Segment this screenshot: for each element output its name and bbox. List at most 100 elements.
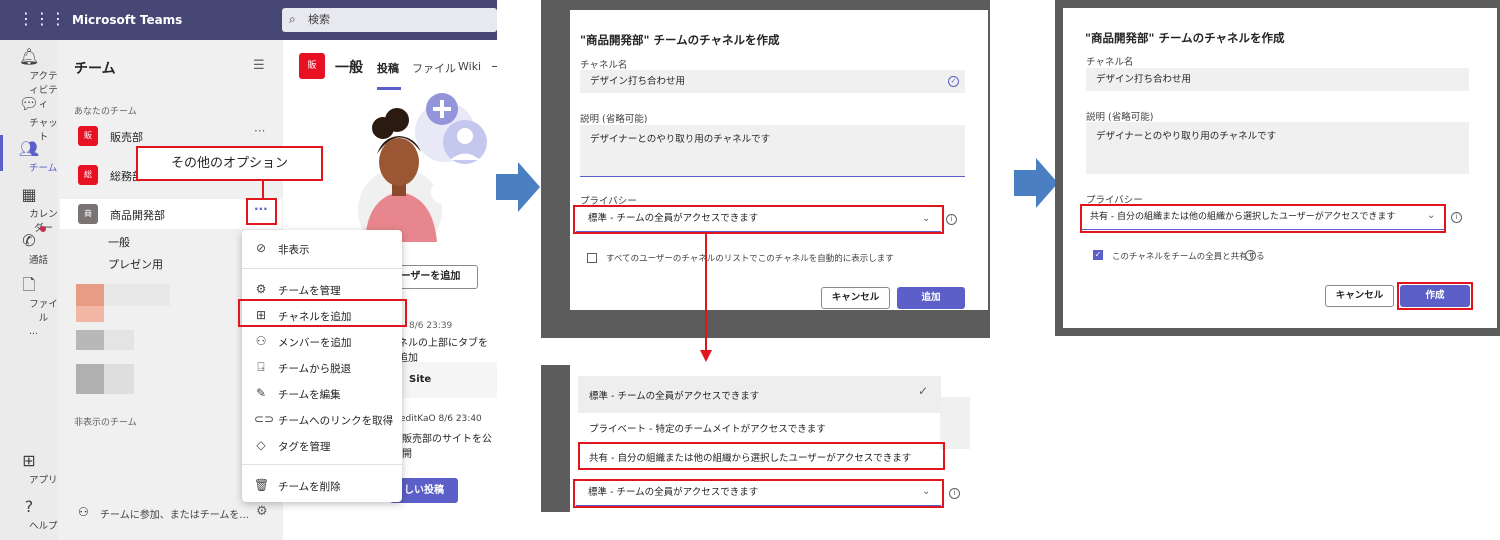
join-team-icon[interactable]: ⚇ [78,505,89,519]
notification-dot [40,226,46,232]
highlight-privacy [573,479,944,508]
connector-line [705,234,707,350]
team-context-menu: ⊘ 非表示 ⚙ チームを管理 ⊞ チャネルを追加 ⚇ メンバーを追加 ⍈ チームから脱退 … [242,230,402,502]
help-icon: ? [24,497,34,516]
filter-icon[interactable]: ☰ [253,58,265,73]
callout-box: その他のオプション [136,146,323,181]
menu-item-manage-team[interactable]: ⚙ チームを管理 [242,277,402,301]
rail-apps[interactable]: ⊞ アプリ [0,451,58,487]
menu-item-get-link[interactable]: ⊂⊃ チームへのリンクを取得 [242,407,402,431]
blurred-team [76,364,104,394]
add-member-icon: ⚇ [255,334,267,348]
rail-help[interactable]: ? ヘルプ [0,497,58,533]
chat-icon: 💬︎ [18,94,40,113]
option-standard: 標準 - チームの全員がアクセスできます [589,391,760,402]
dialog-title: "商品開発部" チームのチャネルを作成 [1085,31,1285,45]
channel-team-avatar: 販 [299,53,325,79]
highlight-create [1397,282,1473,310]
rail-chat[interactable]: 💬︎ チャット [0,94,58,144]
rail-calendar[interactable]: ▦ カレンダー [0,185,58,235]
description-input[interactable]: デザイナーとのやり取り用のチャネルです [580,125,965,177]
search-icon: ⌕ [289,12,296,26]
team-avatar: 商 [78,204,98,224]
cancel-button[interactable]: キャンセル [821,287,890,309]
share-checkbox-label: このチャネルをチームの全員と共有する [1112,252,1265,262]
join-team-link[interactable]: チームに参加、またはチームを... [100,506,249,521]
team-avatar: 販 [78,126,98,146]
apps-icon: ⊞ [22,451,36,470]
bell-icon: 🔔︎ [18,47,40,66]
menu-item-add-member[interactable]: ⚇ メンバーを追加 [242,329,402,353]
info-icon[interactable]: i [1245,250,1256,261]
description-input[interactable]: デザイナーとのやり取り用のチャネルです [1086,122,1469,174]
info-icon[interactable]: i [1451,212,1462,223]
callout-connector [262,181,264,199]
blurred-team [104,364,134,394]
active-tab-indicator [377,87,401,90]
dialog-title: "商品開発部" チームのチャネルを作成 [580,33,780,47]
message-text: ネルの上部にタブを追加 [398,338,488,364]
tag-icon: ◇ [256,438,266,452]
edit-icon: ✎ [255,386,267,400]
tab-files[interactable]: ファイル [412,60,456,76]
rail-calls[interactable]: ✆ 通話 [0,231,58,267]
rail-files[interactable]: 🗋 ファイル [0,275,58,325]
blurred-team [76,284,104,306]
message-text: 販売部のサイトを公開 [402,434,492,460]
menu-item-manage-tags[interactable]: ◇ タグを管理 [242,433,402,457]
message-timestamp: 8/6 23:39 [409,321,453,331]
teams-header: チーム [74,61,116,77]
menu-divider [242,464,402,465]
team-avatar: 総 [78,165,98,185]
more-options-icon[interactable]: ··· [254,124,265,138]
search-input[interactable]: 検索 [282,8,497,32]
team-name: 販売部 [110,131,143,144]
flow-arrow-icon [496,162,540,212]
checkmark-icon: ✓ [918,384,929,398]
blurred-team [76,330,104,350]
teams-icon: 👥︎ [18,139,40,158]
file-icon: 🗋 [22,275,36,294]
blurred-team [76,306,104,322]
menu-item-delete-team[interactable]: 🗑︎ チームを削除 [242,473,402,497]
menu-item-hide[interactable]: ⊘ 非表示 [242,236,402,260]
channel-name-input[interactable]: デザイン打ち合わせ用 [1086,68,1469,91]
share-checkbox[interactable]: ✓ [1093,250,1103,260]
description-label: 説明 (省略可能) [580,114,648,125]
settings-icon: ⚙ [255,282,267,296]
tab-wiki[interactable]: Wiki [458,60,481,73]
teams-window: ⋮⋮⋮ Microsoft Teams 検索 ⌕ 🔔︎アクティビティ 💬︎チャッ… [0,0,497,540]
rail-activity[interactable]: 🔔︎ アクティビティ [0,47,58,111]
add-button[interactable]: 追加 [897,287,965,309]
menu-item-leave-team[interactable]: ⍈ チームから脱退 [242,355,402,379]
blurred-team [104,284,170,306]
option-private: プライベート - 特定のチームメイトがアクセスできます [589,424,826,435]
blurred-team [104,330,134,350]
message-header: editKaO 8/6 23:40 [400,414,482,424]
auto-show-checkbox[interactable] [587,253,597,263]
channel-name-input[interactable]: デザイン打ち合わせ用 [580,70,965,93]
gear-icon[interactable]: ⚙ [256,504,268,519]
menu-item-edit-team[interactable]: ✎ チームを編集 [242,381,402,405]
tab-more-icon[interactable]: ー [491,58,497,75]
link-icon: ⊂⊃ [254,412,275,426]
tab-posts[interactable]: 投稿 [377,60,399,76]
app-launcher-icon[interactable]: ⋮⋮⋮ [18,10,66,28]
calendar-icon: ▦ [21,185,37,204]
rail-teams[interactable]: 👥︎ チーム [0,139,58,175]
channel-name: 一般 [335,60,363,76]
cancel-button[interactable]: キャンセル [1325,285,1394,307]
info-icon[interactable]: i [946,214,957,225]
phone-icon: ✆ [22,231,36,250]
description-label: 説明 (省略可能) [1086,112,1154,123]
leave-icon: ⍈ [257,360,265,374]
info-icon[interactable]: i [949,488,960,499]
check-icon: ✓ [948,76,959,87]
hide-icon: ⊘ [255,241,267,255]
channel-general[interactable]: 一般 [108,234,130,250]
auto-show-label: すべてのユーザーのチャネルのリストでこのチャネルを自動的に表示します [606,254,894,264]
team-name: 商品開発部 [110,209,165,222]
channel-presentation[interactable]: プレゼン用 [108,256,163,272]
trash-icon: 🗑︎ [254,478,270,492]
flow-arrow-icon [1014,158,1058,208]
